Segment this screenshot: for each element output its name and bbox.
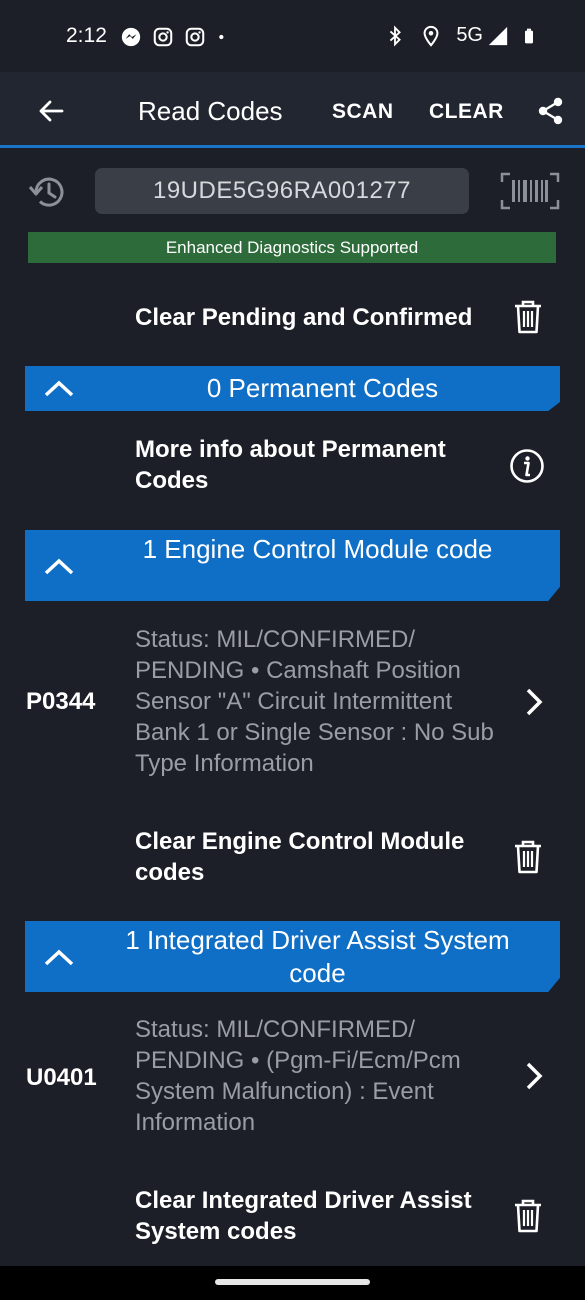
arrow-left-icon[interactable] (36, 96, 66, 126)
gesture-nav-bar (0, 1266, 585, 1300)
section-title: 0 Permanent Codes (206, 373, 439, 403)
clear-all-row[interactable]: Clear Pending and Confirmed (0, 290, 585, 348)
bluetooth-icon (390, 25, 402, 46)
section-title: 1 Engine Control Module code (142, 534, 493, 564)
trash-icon[interactable] (512, 1198, 544, 1234)
clear-idas-row[interactable]: Clear Integrated Driver Assist System co… (0, 1183, 585, 1253)
section-permanent-codes[interactable]: 0 Permanent Codes (25, 366, 560, 411)
code-description: Status: MIL/CONFIRMED/ PENDING • Camshaf… (135, 626, 494, 777)
clear-button[interactable]: CLEAR (429, 100, 504, 124)
dot-icon (219, 34, 224, 40)
app-bar: Read Codes SCAN CLEAR (0, 72, 585, 148)
permanent-codes-info-row[interactable]: More info about Permanent Codes (0, 432, 585, 502)
page-title: Read Codes (138, 96, 283, 126)
trash-icon[interactable] (512, 839, 544, 875)
instagram-icon (153, 27, 173, 47)
section-title: 1 Integrated Driver Assist System code (125, 925, 510, 988)
instagram-icon (185, 27, 205, 47)
clear-idas-label: Clear Integrated Driver Assist System co… (135, 1187, 472, 1245)
location-icon (423, 25, 439, 47)
section-engine-control-module[interactable]: 1 Engine Control Module code (25, 530, 560, 601)
code-description: Status: MIL/CONFIRMED/ PENDING • (Pgm-Fi… (135, 1016, 461, 1136)
info-icon[interactable] (509, 448, 545, 484)
notification-icons (120, 26, 232, 48)
vin-input[interactable]: 19UDE5G96RA001277 (95, 168, 469, 214)
clear-ecm-label: Clear Engine Control Module codes (135, 828, 465, 886)
enhanced-diagnostics-banner: Enhanced Diagnostics Supported (28, 232, 556, 263)
battery-icon (525, 28, 533, 43)
chevron-up-icon[interactable] (43, 556, 75, 576)
chevron-up-icon[interactable] (43, 947, 75, 967)
messenger-icon (121, 27, 141, 47)
home-gesture-handle[interactable] (215, 1279, 370, 1285)
clear-ecm-row[interactable]: Clear Engine Control Module codes (0, 822, 585, 892)
signal-icon (488, 26, 508, 45)
network-label: 5G (456, 24, 483, 46)
trash-icon[interactable] (512, 299, 544, 335)
status-time: 2:12 (66, 24, 107, 47)
code-id: P0344 (26, 688, 96, 715)
share-icon[interactable] (537, 96, 565, 126)
code-row[interactable]: U0401 Status: MIL/CONFIRMED/ PENDING • (… (0, 1014, 585, 1142)
section-integrated-driver-assist[interactable]: 1 Integrated Driver Assist System code (25, 921, 560, 992)
code-id: U0401 (26, 1064, 97, 1091)
chevron-right-icon[interactable] (523, 686, 545, 718)
status-bar: 2:12 5G (0, 0, 585, 72)
chevron-up-icon[interactable] (43, 378, 75, 398)
barcode-scan-icon[interactable] (500, 172, 560, 210)
scan-button[interactable]: SCAN (332, 100, 394, 124)
chevron-right-icon[interactable] (523, 1060, 545, 1092)
clear-all-label: Clear Pending and Confirmed (135, 304, 473, 331)
code-row[interactable]: P0344 Status: MIL/CONFIRMED/ PENDING • C… (0, 624, 585, 784)
system-icons: 5G (384, 24, 539, 47)
info-label: More info about Permanent Codes (135, 436, 446, 494)
history-icon[interactable] (26, 172, 68, 212)
